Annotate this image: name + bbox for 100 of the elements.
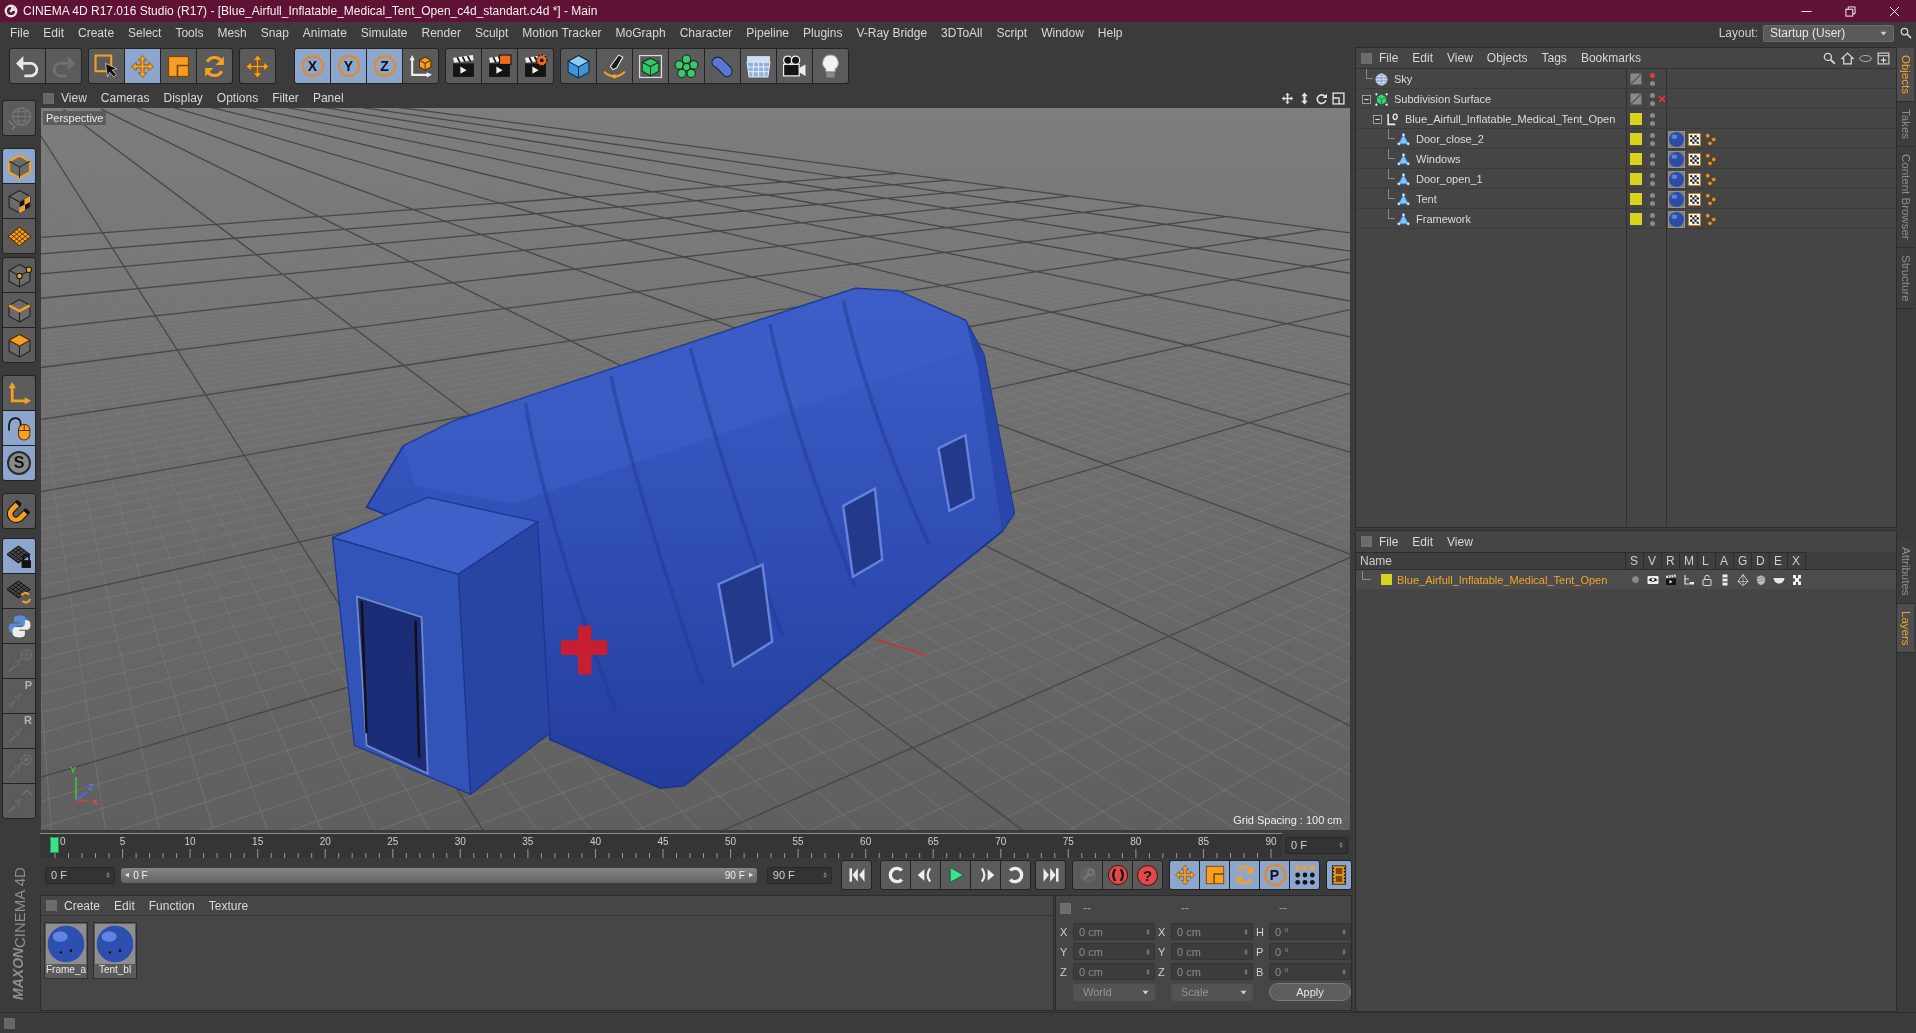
layer-color-swatch[interactable] bbox=[1630, 213, 1642, 225]
solo-dot-icon[interactable] bbox=[1630, 575, 1640, 584]
checker-tag-icon[interactable] bbox=[1688, 152, 1701, 166]
material-tile[interactable]: Frame_a bbox=[44, 922, 88, 979]
frame-range-slider[interactable]: 0 F 90 F bbox=[121, 867, 757, 883]
grid-lock-button[interactable] bbox=[3, 539, 35, 573]
edges-mode-button[interactable] bbox=[3, 293, 35, 327]
menu-item[interactable]: Bookmarks bbox=[1573, 51, 1648, 65]
snap-button[interactable]: S bbox=[3, 446, 35, 480]
menu-item[interactable]: Display bbox=[156, 91, 210, 105]
object-row[interactable]: Blue_Airfull_Inflatable_Medical_Tent_Open bbox=[1356, 109, 1896, 129]
menu-item[interactable]: Tags bbox=[1534, 51, 1574, 65]
points-mode-button[interactable] bbox=[3, 258, 35, 292]
end-frame-field[interactable]: 90 F bbox=[766, 866, 832, 884]
workplane-button[interactable] bbox=[3, 219, 35, 253]
right-arrow-icon[interactable] bbox=[747, 871, 754, 879]
grip-icon[interactable] bbox=[43, 92, 54, 104]
menu-item[interactable]: Mesh bbox=[210, 26, 254, 40]
previous-frame-button[interactable] bbox=[911, 861, 940, 889]
scale-key-button[interactable] bbox=[1200, 861, 1229, 889]
grip-icon[interactable] bbox=[1361, 52, 1372, 64]
pyramid-icon[interactable] bbox=[1737, 573, 1749, 586]
menu-item[interactable]: MoGraph bbox=[608, 26, 673, 40]
grip-icon[interactable] bbox=[1060, 902, 1071, 914]
visibility-dot-icon[interactable] bbox=[1650, 132, 1655, 138]
column-header[interactable]: Name bbox=[1356, 552, 1626, 570]
grip-icon[interactable] bbox=[1361, 536, 1372, 547]
object-row[interactable]: Door_open_1 bbox=[1356, 169, 1896, 189]
object-row[interactable]: Tent bbox=[1356, 189, 1896, 209]
magnet-button[interactable] bbox=[3, 494, 35, 528]
object-row[interactable]: Door_close_2 bbox=[1356, 129, 1896, 149]
render-settings-button[interactable] bbox=[518, 49, 553, 83]
selection-tool-button[interactable] bbox=[89, 49, 124, 83]
layer-color-swatch[interactable] bbox=[1381, 574, 1392, 585]
menu-item[interactable]: Pipeline bbox=[739, 26, 797, 40]
layer-color-swatch[interactable] bbox=[1630, 193, 1642, 205]
eye-icon[interactable] bbox=[1647, 573, 1659, 586]
grip-icon[interactable] bbox=[4, 1017, 15, 1029]
checker-tag-icon[interactable] bbox=[1688, 192, 1701, 206]
visibility-dot-icon[interactable] bbox=[1650, 220, 1655, 226]
undo-button[interactable] bbox=[10, 49, 45, 83]
coordinate-system-button[interactable] bbox=[403, 49, 438, 83]
menu-item[interactable]: Sculpt bbox=[467, 26, 516, 40]
menu-item[interactable]: Select bbox=[121, 26, 169, 40]
menu-item[interactable]: Panel bbox=[305, 91, 351, 105]
current-frame-field[interactable]: 0 F bbox=[1285, 836, 1348, 854]
three-dots-tag-icon[interactable] bbox=[1704, 132, 1717, 146]
position-key-button[interactable] bbox=[1170, 861, 1199, 889]
next-key-button[interactable] bbox=[1001, 861, 1030, 889]
start-frame-field[interactable]: 0 F bbox=[45, 866, 116, 884]
render-view-button[interactable] bbox=[446, 49, 481, 83]
layer-row[interactable]: Blue_Airfull_Inflatable_Medical_Tent_Open bbox=[1356, 570, 1896, 589]
collapse-toggle-icon[interactable] bbox=[1362, 94, 1371, 104]
menu-item[interactable]: 3DToAll bbox=[934, 26, 990, 40]
checker-tag-icon[interactable] bbox=[1688, 172, 1701, 186]
side-tab[interactable]: Objects bbox=[1897, 48, 1914, 102]
axis-lock-button[interactable]: Z bbox=[367, 49, 402, 83]
xref-icon[interactable] bbox=[1791, 573, 1803, 586]
menu-item[interactable]: Character bbox=[672, 26, 740, 40]
light-button[interactable] bbox=[813, 49, 848, 83]
layout-dropdown[interactable]: Startup (User) bbox=[1763, 24, 1894, 42]
menu-item[interactable]: Script bbox=[989, 26, 1035, 40]
menu-item[interactable]: V-Ray Bridge bbox=[849, 26, 935, 40]
floor-button[interactable] bbox=[741, 49, 776, 83]
menu-item[interactable]: Simulate bbox=[353, 26, 415, 40]
orbit-icon[interactable] bbox=[1315, 91, 1328, 105]
render-picture-button[interactable] bbox=[482, 49, 517, 83]
object-row[interactable]: Sky bbox=[1356, 69, 1896, 89]
menu-item[interactable]: File bbox=[1372, 534, 1406, 549]
go-to-start-button[interactable] bbox=[842, 861, 871, 889]
menu-item[interactable]: View bbox=[54, 91, 94, 105]
three-dots-tag-icon[interactable] bbox=[1704, 172, 1717, 186]
menu-item[interactable]: Window bbox=[1034, 26, 1091, 40]
layer-color-swatch[interactable] bbox=[1630, 153, 1642, 165]
menu-item[interactable]: View bbox=[1440, 51, 1480, 65]
menu-item[interactable]: Edit bbox=[1405, 534, 1441, 549]
visibility-dot-icon[interactable] bbox=[1650, 172, 1655, 178]
slashed-square-icon[interactable] bbox=[1630, 93, 1642, 105]
object-row[interactable]: Windows bbox=[1356, 149, 1896, 169]
next-frame-button[interactable] bbox=[971, 861, 1000, 889]
texture-mode-button[interactable] bbox=[3, 184, 35, 218]
checker-tag-icon[interactable] bbox=[1688, 212, 1701, 226]
side-tab[interactable]: Layers bbox=[1897, 603, 1914, 654]
visibility-dot-icon[interactable] bbox=[1650, 140, 1655, 146]
subdivision-button[interactable] bbox=[633, 49, 668, 83]
menu-item[interactable]: File bbox=[1372, 51, 1406, 65]
menu-item[interactable]: Edit bbox=[36, 26, 72, 40]
three-dots-tag-icon[interactable] bbox=[1704, 212, 1717, 226]
visibility-dot-icon[interactable] bbox=[1650, 120, 1655, 126]
tweak-mode-button[interactable] bbox=[3, 411, 35, 445]
visibility-dot-icon[interactable] bbox=[1650, 192, 1655, 198]
menu-item[interactable]: Create bbox=[57, 898, 108, 913]
menu-item[interactable]: Objects bbox=[1479, 51, 1535, 65]
menu-item[interactable]: Filter bbox=[265, 91, 306, 105]
shield-icon[interactable] bbox=[1755, 573, 1767, 586]
cube-button[interactable] bbox=[561, 49, 596, 83]
viewport-canvas[interactable]: Perspective Grid Spacing : 100 cm Y Z X bbox=[41, 108, 1350, 830]
previous-key-button[interactable] bbox=[881, 861, 910, 889]
timeline-ruler[interactable]: 0 5 10 15 20 25 30 35 40 45 50 55 60 65 70 75 80 85 90 bbox=[40, 832, 1282, 858]
visibility-dot-icon[interactable] bbox=[1650, 100, 1655, 106]
